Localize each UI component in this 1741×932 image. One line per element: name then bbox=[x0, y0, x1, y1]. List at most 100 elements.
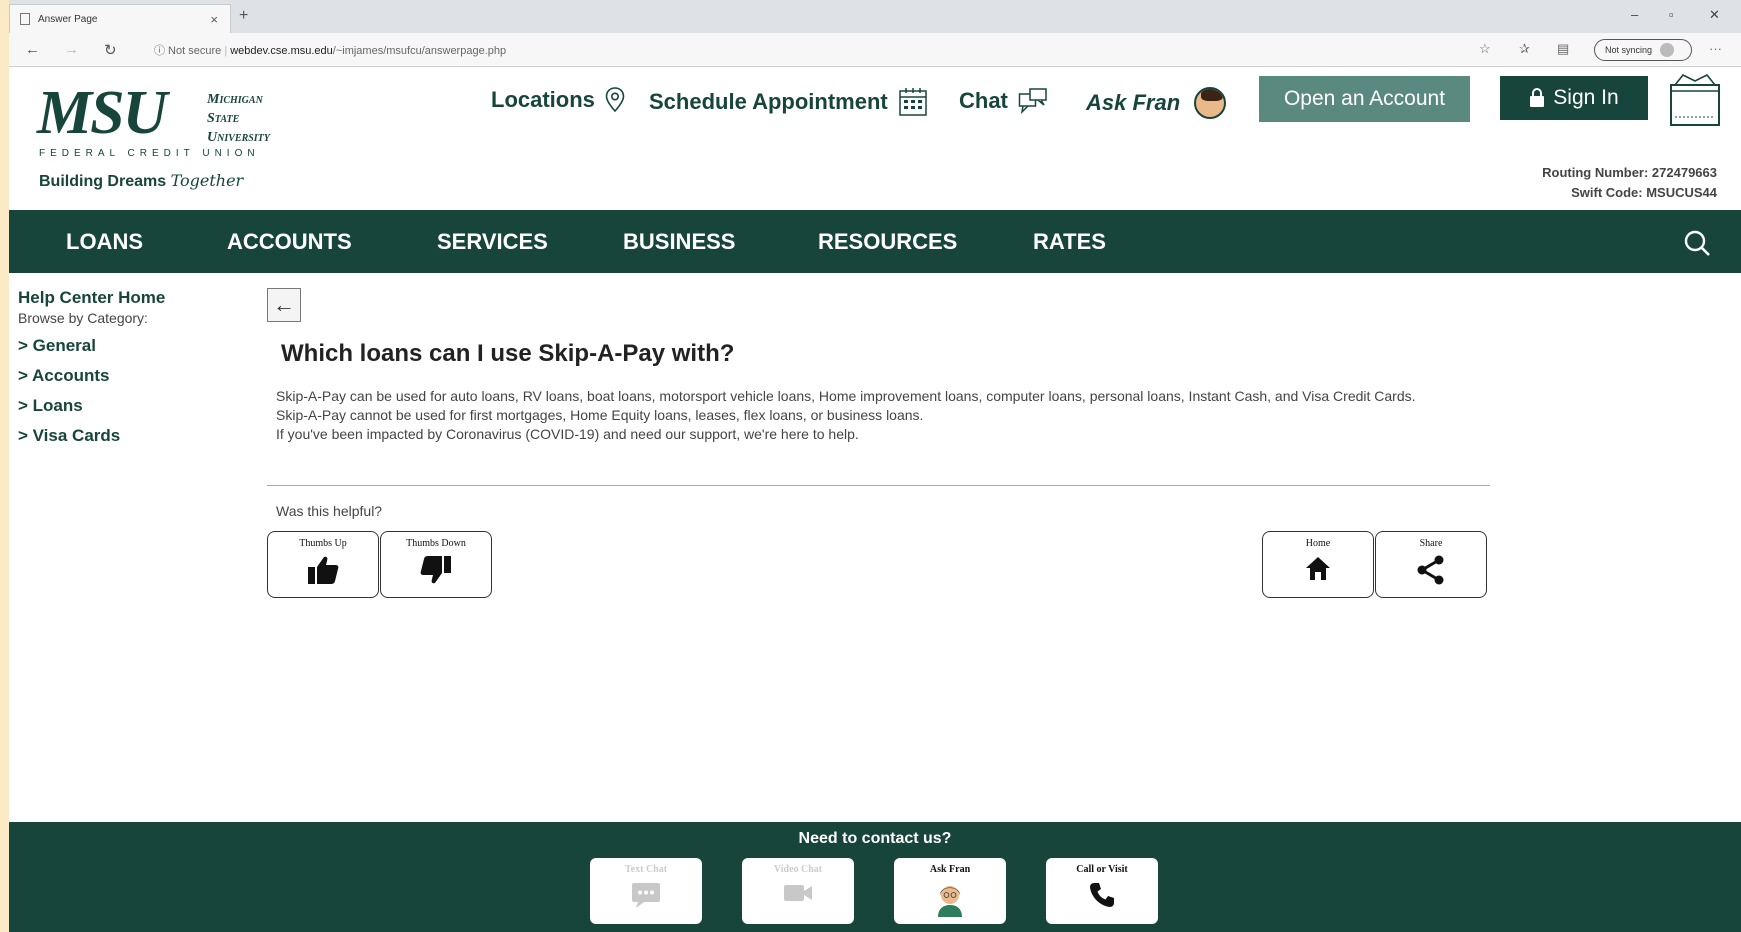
text-chat-icon bbox=[632, 883, 660, 908]
thumbs-up-label: Thumbs Up bbox=[299, 538, 347, 549]
site-header: MSU Michigan State University FEDERAL CR… bbox=[9, 67, 1741, 210]
more-menu-button[interactable]: ··· bbox=[1709, 41, 1722, 56]
new-tab-button[interactable]: + bbox=[239, 7, 248, 25]
category-loans[interactable]: > Loans bbox=[18, 396, 248, 416]
contact-footer: Need to contact us? Text Chat Video Chat… bbox=[9, 822, 1741, 932]
share-icon bbox=[1417, 555, 1444, 585]
nav-services[interactable]: SERVICES bbox=[437, 229, 548, 255]
lock-icon bbox=[1530, 88, 1545, 107]
tagline-script: Together bbox=[170, 171, 244, 190]
sync-label: Not syncing bbox=[1605, 45, 1653, 55]
thumbs-down-label: Thumbs Down bbox=[406, 538, 466, 549]
chat-link[interactable]: Chat bbox=[959, 87, 1048, 115]
forward-nav-button[interactable]: → bbox=[64, 41, 79, 58]
calendar-widget-icon[interactable] bbox=[1669, 73, 1721, 127]
nav-business[interactable]: BUSINESS bbox=[623, 229, 735, 255]
collections-icon[interactable]: ▤ bbox=[1557, 41, 1569, 57]
map-pin-icon bbox=[605, 87, 625, 113]
category-general[interactable]: > General bbox=[18, 336, 248, 356]
browser-window: Answer Page × + – ▫ ✕ ← → ↻ ⓘ Not secure… bbox=[9, 0, 1741, 932]
logo-university-name: Michigan State University bbox=[207, 90, 270, 147]
maximize-button[interactable]: ▫ bbox=[1669, 7, 1674, 22]
ask-fran-footer-label: Ask Fran bbox=[929, 864, 971, 875]
locations-link[interactable]: Locations bbox=[491, 87, 625, 113]
help-center-home-link[interactable]: Help Center Home bbox=[18, 288, 248, 308]
fran-avatar-icon bbox=[938, 886, 962, 917]
video-chat-button[interactable]: Video Chat bbox=[742, 858, 854, 924]
tab-close-button[interactable]: × bbox=[210, 12, 218, 27]
locations-label: Locations bbox=[491, 87, 595, 112]
call-or-visit-button[interactable]: Call or Visit bbox=[1046, 858, 1158, 924]
text-chat-label: Text Chat bbox=[624, 864, 668, 875]
share-label: Share bbox=[1419, 538, 1443, 549]
sign-in-label: Sign In bbox=[1553, 86, 1619, 109]
back-nav-button[interactable]: ← bbox=[25, 41, 40, 58]
schedule-appointment-link[interactable]: Schedule Appointment bbox=[649, 87, 928, 117]
swift-code: Swift Code: MSUCUS44 bbox=[1571, 185, 1717, 200]
video-camera-icon bbox=[784, 885, 812, 901]
page-icon bbox=[20, 13, 30, 25]
close-window-button[interactable]: ✕ bbox=[1709, 7, 1720, 23]
logo-line-1: Michigan bbox=[207, 92, 263, 107]
favorites-icon[interactable]: ✰ bbox=[1519, 41, 1530, 57]
call-visit-label: Call or Visit bbox=[1076, 864, 1128, 875]
calendar-icon bbox=[899, 88, 927, 116]
sync-status-button[interactable]: Not syncing bbox=[1594, 39, 1692, 61]
nav-loans[interactable]: LOANS bbox=[66, 229, 143, 255]
ask-fran-label: Ask Fran bbox=[1086, 90, 1181, 115]
content-divider bbox=[267, 485, 1490, 486]
main-nav: LOANS ACCOUNTS SERVICES BUSINESS RESOURC… bbox=[9, 210, 1741, 273]
tab-title: Answer Page bbox=[38, 13, 98, 25]
sign-in-button[interactable]: Sign In bbox=[1500, 76, 1648, 120]
tagline: Building Dreams Together bbox=[39, 171, 243, 191]
helpful-prompt: Was this helpful? bbox=[276, 503, 383, 519]
tagline-main: Building Dreams bbox=[39, 173, 171, 190]
schedule-label: Schedule Appointment bbox=[649, 89, 888, 114]
thumbs-down-icon bbox=[420, 556, 451, 584]
logo-line-2: State bbox=[207, 111, 240, 126]
security-indicator[interactable]: ⓘ Not secure bbox=[154, 45, 221, 57]
thumbs-up-icon bbox=[308, 556, 339, 584]
logo-fcu-text: FEDERAL CREDIT UNION bbox=[39, 148, 260, 159]
answer-line-1: Skip-A-Pay can be used for auto loans, R… bbox=[276, 388, 1416, 404]
routing-number: Routing Number: 272479663 bbox=[1542, 165, 1717, 180]
refresh-button[interactable]: ↻ bbox=[104, 41, 117, 59]
nav-rates[interactable]: RATES bbox=[1033, 229, 1106, 255]
answer-line-2: Skip-A-Pay cannot be used for first mort… bbox=[276, 407, 924, 423]
minimize-button[interactable]: – bbox=[1631, 7, 1638, 22]
video-chat-label: Video Chat bbox=[773, 864, 823, 875]
home-label: Home bbox=[1305, 538, 1331, 549]
favorite-star-icon[interactable]: ☆ bbox=[1479, 41, 1491, 57]
ask-fran-link[interactable]: Ask Fran bbox=[1086, 87, 1227, 119]
share-button[interactable]: Share bbox=[1375, 531, 1487, 598]
back-arrow-button[interactable]: ← bbox=[267, 288, 301, 322]
thumbs-down-button[interactable]: Thumbs Down bbox=[380, 531, 492, 598]
search-icon[interactable] bbox=[1683, 229, 1711, 257]
routing-info: Routing Number: 272479663 Swift Code: MS… bbox=[1542, 163, 1717, 203]
category-accounts[interactable]: > Accounts bbox=[18, 366, 248, 386]
msufcu-logo[interactable]: MSU Michigan State University FEDERAL CR… bbox=[37, 79, 270, 190]
fran-avatar-icon bbox=[1194, 87, 1227, 119]
home-icon bbox=[1306, 557, 1330, 580]
url-host: webdev.cse.msu.edu bbox=[230, 45, 333, 57]
tab-bar: Answer Page × + – ▫ ✕ bbox=[9, 0, 1741, 33]
text-chat-button[interactable]: Text Chat bbox=[590, 858, 702, 924]
nav-resources[interactable]: RESOURCES bbox=[818, 229, 957, 255]
logo-line-3: University bbox=[207, 130, 270, 145]
url-field[interactable]: ⓘ Not secure | webdev.cse.msu.edu/~imjam… bbox=[154, 42, 506, 58]
url-path: /~imjames/msufcu/answerpage.php bbox=[332, 45, 507, 57]
ask-fran-footer-button[interactable]: Ask Fran bbox=[894, 858, 1006, 924]
logo-msu-letters: MSU bbox=[37, 79, 167, 147]
open-account-button[interactable]: Open an Account bbox=[1259, 76, 1470, 122]
browser-tab[interactable]: Answer Page × bbox=[9, 4, 231, 33]
profile-avatar-icon bbox=[1660, 43, 1675, 57]
category-visa-cards[interactable]: > Visa Cards bbox=[18, 426, 248, 446]
answer-text: Skip-A-Pay can be used for auto loans, R… bbox=[276, 387, 1466, 444]
home-button[interactable]: Home bbox=[1262, 531, 1374, 598]
footer-title: Need to contact us? bbox=[798, 830, 952, 847]
answer-line-3: If you've been impacted by Coronavirus (… bbox=[276, 426, 859, 442]
help-sidebar: Help Center Home Browse by Category: > G… bbox=[18, 288, 248, 446]
question-title: Which loans can I use Skip-A-Pay with? bbox=[281, 340, 735, 367]
nav-accounts[interactable]: ACCOUNTS bbox=[227, 229, 352, 255]
thumbs-up-button[interactable]: Thumbs Up bbox=[267, 531, 379, 598]
